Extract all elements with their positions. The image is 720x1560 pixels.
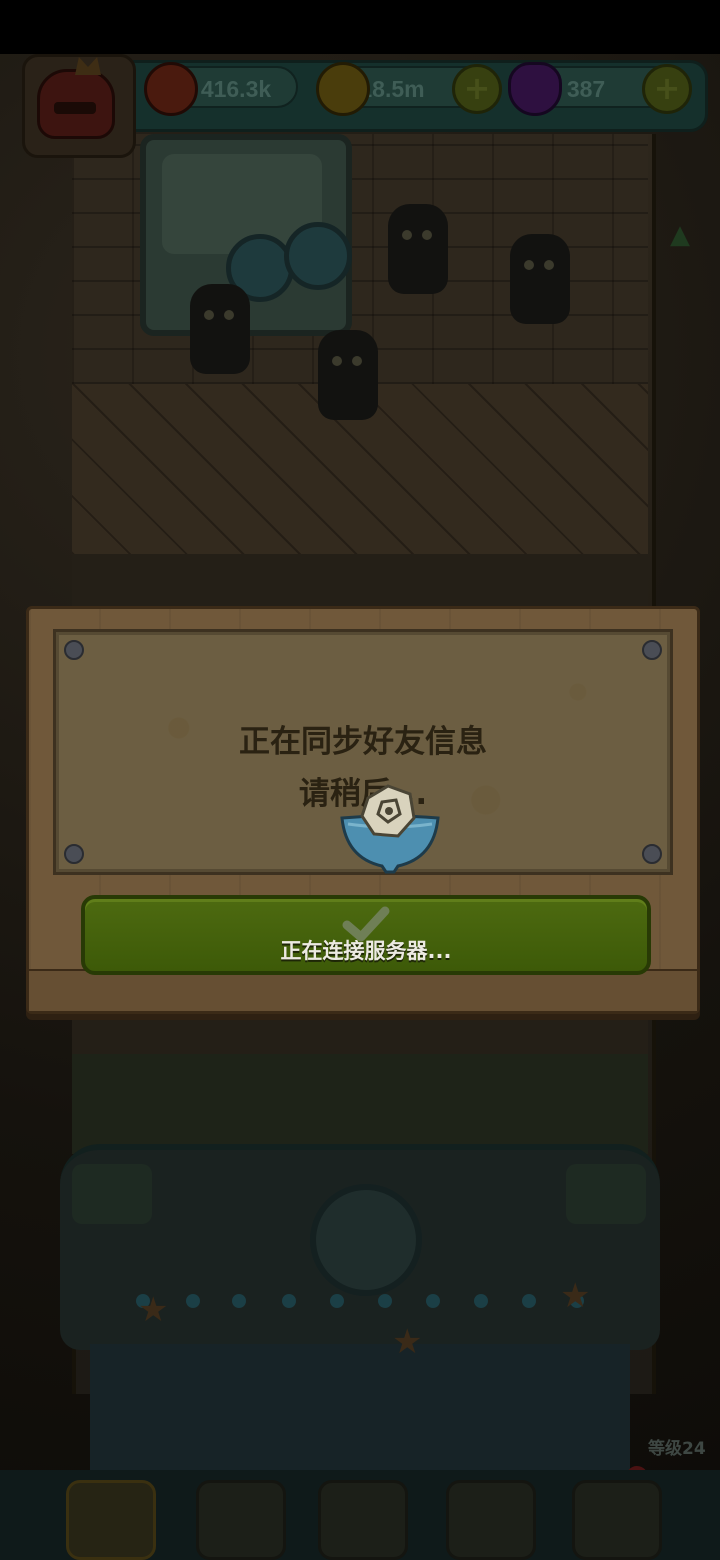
player-avatar[interactable]: [22, 54, 136, 158]
nav-book-button[interactable]: [318, 1480, 408, 1560]
nav-grid-button[interactable]: [572, 1480, 662, 1560]
add-potions-button[interactable]: +: [642, 64, 692, 114]
indicator-light: [186, 1294, 200, 1308]
monster-face-icon: [37, 69, 115, 139]
status-bar: [0, 0, 720, 54]
nav-building-button[interactable]: [66, 1480, 156, 1560]
indicator-light: [426, 1294, 440, 1308]
indicator-light: [330, 1294, 344, 1308]
rivet-icon: [642, 844, 662, 864]
nav-bag-button[interactable]: [446, 1480, 536, 1560]
worker-creature: [510, 234, 570, 324]
bottom-nav: [0, 1470, 720, 1560]
confirm-button[interactable]: 正在连接服务器...: [81, 895, 651, 975]
sync-dialog: 正在同步好友信息 请稍后... 正在连接服务器...: [26, 606, 700, 1014]
indicator-light: [378, 1294, 392, 1308]
indicator-light: [282, 1294, 296, 1308]
star-decoration-icon: ★: [138, 1290, 169, 1330]
worker-creature: [388, 204, 448, 294]
indicator-light: [232, 1294, 246, 1308]
worker-creature: [318, 330, 378, 420]
message-line-1: 正在同步好友信息: [239, 724, 487, 760]
eyeball-icon: [144, 62, 198, 116]
game-screen: ★ ★ ★ ▲ 416.3k 18.5m + 387 + 等级24 正在同步好友…: [0, 0, 720, 1560]
dialog-plank-edge: [29, 969, 697, 1011]
left-arrow-icon: [72, 1164, 152, 1224]
rivet-icon: [642, 640, 662, 660]
rivet-icon: [64, 844, 84, 864]
potion-icon: [508, 62, 562, 116]
connection-status-text: 正在连接服务器...: [280, 939, 452, 963]
indicator-light: [522, 1294, 536, 1308]
right-arrow-icon: [566, 1164, 646, 1224]
machine-dial: [310, 1184, 422, 1296]
porthole-right: [284, 222, 352, 290]
coin-icon: [316, 62, 370, 116]
upgrade-arrow-icon[interactable]: ▲: [670, 222, 696, 248]
star-decoration-icon: ★: [560, 1276, 591, 1316]
star-decoration-icon: ★: [392, 1322, 423, 1362]
crown-icon: [75, 57, 101, 75]
worker-creature: [190, 284, 250, 374]
rivet-icon: [64, 640, 84, 660]
nav-monsters-button[interactable]: [196, 1480, 286, 1560]
add-coins-button[interactable]: +: [452, 64, 502, 114]
indicator-light: [474, 1294, 488, 1308]
lower-floor: [72, 1054, 648, 1154]
dialog-parchment: 正在同步好友信息 请稍后...: [53, 629, 673, 875]
top-hud: 416.3k 18.5m + 387 +: [0, 54, 720, 158]
level-badge: 等级24: [648, 1439, 706, 1459]
dice-bowl-loading-icon: [340, 784, 440, 874]
